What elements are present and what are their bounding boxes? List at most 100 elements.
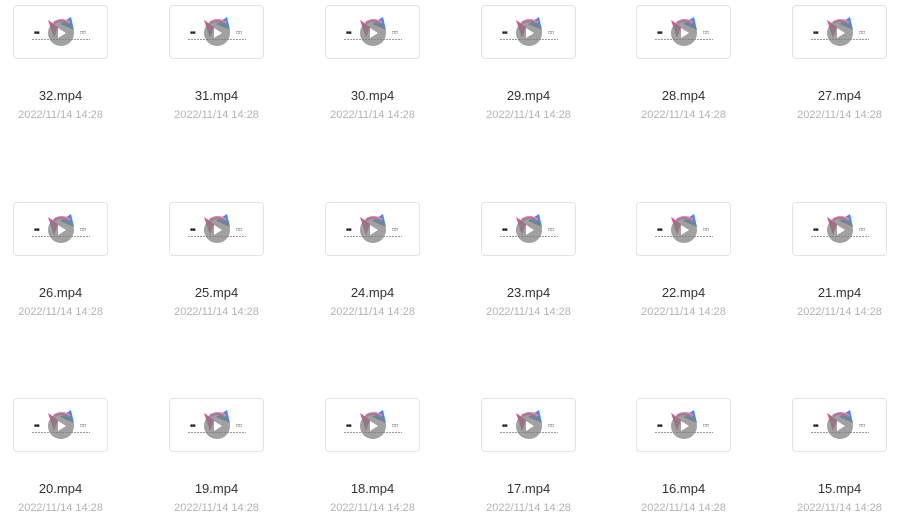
play-icon[interactable]	[360, 217, 386, 243]
file-grid: ■■ □□ 32.mp4 2022/11/14 14:28 ■■ □□ 31.m…	[0, 0, 907, 532]
file-tile[interactable]: ■■ □□ 27.mp4 2022/11/14 14:28	[792, 5, 907, 135]
file-name[interactable]: 21.mp4	[792, 285, 887, 300]
video-thumbnail[interactable]: ■■ □□	[169, 202, 264, 256]
play-icon[interactable]	[360, 20, 386, 46]
file-tile[interactable]: ■■ □□ 28.mp4 2022/11/14 14:28	[636, 5, 756, 135]
file-name[interactable]: 23.mp4	[481, 285, 576, 300]
video-thumbnail[interactable]: ■■ □□	[481, 5, 576, 59]
file-tile[interactable]: ■■ □□ 17.mp4 2022/11/14 14:28	[481, 398, 601, 528]
file-tile[interactable]: ■■ □□ 26.mp4 2022/11/14 14:28	[13, 202, 133, 332]
file-date: 2022/11/14 14:28	[641, 109, 726, 121]
play-icon[interactable]	[671, 217, 697, 243]
brand-text-right: □□	[236, 227, 243, 233]
file-tile[interactable]: ■■ □□ 23.mp4 2022/11/14 14:28	[481, 202, 601, 332]
file-date: 2022/11/14 14:28	[330, 502, 415, 514]
file-date: 2022/11/14 14:28	[18, 306, 103, 318]
brand-text-left: ■■	[34, 30, 40, 36]
play-icon[interactable]	[516, 217, 542, 243]
brand-text-right: □□	[703, 227, 710, 233]
video-thumbnail[interactable]: ■■ □□	[792, 398, 887, 452]
file-name[interactable]: 20.mp4	[13, 481, 108, 496]
file-date: 2022/11/14 14:28	[797, 502, 882, 514]
file-tile[interactable]: ■■ □□ 20.mp4 2022/11/14 14:28	[13, 398, 133, 528]
file-date: 2022/11/14 14:28	[797, 109, 882, 121]
play-icon[interactable]	[48, 217, 74, 243]
file-tile[interactable]: ■■ □□ 15.mp4 2022/11/14 14:28	[792, 398, 907, 528]
file-name[interactable]: 31.mp4	[169, 88, 264, 103]
play-icon[interactable]	[360, 413, 386, 439]
play-icon[interactable]	[204, 413, 230, 439]
video-thumbnail[interactable]: ■■ □□	[792, 202, 887, 256]
file-tile[interactable]: ■■ □□ 18.mp4 2022/11/14 14:28	[325, 398, 445, 528]
file-tile[interactable]: ■■ □□ 25.mp4 2022/11/14 14:28	[169, 202, 289, 332]
brand-text-right: □□	[80, 30, 87, 36]
brand-text-left: ■■	[34, 227, 40, 233]
file-name[interactable]: 17.mp4	[481, 481, 576, 496]
play-icon[interactable]	[827, 413, 853, 439]
play-icon[interactable]	[48, 20, 74, 46]
video-thumbnail[interactable]: ■■ □□	[169, 5, 264, 59]
file-date: 2022/11/14 14:28	[18, 502, 103, 514]
file-name[interactable]: 15.mp4	[792, 481, 887, 496]
play-icon[interactable]	[516, 20, 542, 46]
file-tile[interactable]: ■■ □□ 29.mp4 2022/11/14 14:28	[481, 5, 601, 135]
file-name[interactable]: 19.mp4	[169, 481, 264, 496]
file-name[interactable]: 25.mp4	[169, 285, 264, 300]
video-thumbnail[interactable]: ■■ □□	[13, 202, 108, 256]
file-name[interactable]: 26.mp4	[13, 285, 108, 300]
file-tile[interactable]: ■■ □□ 32.mp4 2022/11/14 14:28	[13, 5, 133, 135]
play-icon[interactable]	[827, 217, 853, 243]
brand-text-left: ■■	[190, 423, 196, 429]
video-thumbnail[interactable]: ■■ □□	[481, 202, 576, 256]
file-name[interactable]: 29.mp4	[481, 88, 576, 103]
video-thumbnail[interactable]: ■■ □□	[325, 202, 420, 256]
brand-text-right: □□	[80, 227, 87, 233]
file-name[interactable]: 30.mp4	[325, 88, 420, 103]
file-tile[interactable]: ■■ □□ 30.mp4 2022/11/14 14:28	[325, 5, 445, 135]
brand-text-right: □□	[392, 423, 399, 429]
brand-text-right: □□	[548, 227, 555, 233]
video-thumbnail[interactable]: ■■ □□	[325, 5, 420, 59]
file-name[interactable]: 32.mp4	[13, 88, 108, 103]
file-name[interactable]: 18.mp4	[325, 481, 420, 496]
video-thumbnail[interactable]: ■■ □□	[169, 398, 264, 452]
play-icon[interactable]	[48, 413, 74, 439]
brand-text-right: □□	[859, 227, 866, 233]
brand-text-left: ■■	[346, 227, 352, 233]
file-tile[interactable]: ■■ □□ 19.mp4 2022/11/14 14:28	[169, 398, 289, 528]
video-thumbnail[interactable]: ■■ □□	[13, 5, 108, 59]
file-name[interactable]: 22.mp4	[636, 285, 731, 300]
play-icon[interactable]	[671, 20, 697, 46]
brand-text-left: ■■	[502, 423, 508, 429]
brand-text-left: ■■	[813, 423, 819, 429]
play-icon[interactable]	[671, 413, 697, 439]
file-name[interactable]: 16.mp4	[636, 481, 731, 496]
file-name[interactable]: 24.mp4	[325, 285, 420, 300]
brand-text-right: □□	[548, 30, 555, 36]
file-tile[interactable]: ■■ □□ 21.mp4 2022/11/14 14:28	[792, 202, 907, 332]
file-name[interactable]: 28.mp4	[636, 88, 731, 103]
video-thumbnail[interactable]: ■■ □□	[325, 398, 420, 452]
file-name[interactable]: 27.mp4	[792, 88, 887, 103]
play-icon[interactable]	[516, 413, 542, 439]
file-date: 2022/11/14 14:28	[174, 109, 259, 121]
video-thumbnail[interactable]: ■■ □□	[636, 398, 731, 452]
file-date: 2022/11/14 14:28	[486, 502, 571, 514]
video-thumbnail[interactable]: ■■ □□	[792, 5, 887, 59]
brand-text-left: ■■	[190, 30, 196, 36]
brand-text-left: ■■	[346, 423, 352, 429]
video-thumbnail[interactable]: ■■ □□	[636, 5, 731, 59]
brand-text-right: □□	[80, 423, 87, 429]
video-thumbnail[interactable]: ■■ □□	[481, 398, 576, 452]
video-thumbnail[interactable]: ■■ □□	[13, 398, 108, 452]
video-thumbnail[interactable]: ■■ □□	[636, 202, 731, 256]
file-tile[interactable]: ■■ □□ 16.mp4 2022/11/14 14:28	[636, 398, 756, 528]
play-icon[interactable]	[827, 20, 853, 46]
brand-text-right: □□	[703, 423, 710, 429]
file-tile[interactable]: ■■ □□ 22.mp4 2022/11/14 14:28	[636, 202, 756, 332]
file-tile[interactable]: ■■ □□ 31.mp4 2022/11/14 14:28	[169, 5, 289, 135]
file-date: 2022/11/14 14:28	[330, 306, 415, 318]
file-tile[interactable]: ■■ □□ 24.mp4 2022/11/14 14:28	[325, 202, 445, 332]
play-icon[interactable]	[204, 217, 230, 243]
play-icon[interactable]	[204, 20, 230, 46]
